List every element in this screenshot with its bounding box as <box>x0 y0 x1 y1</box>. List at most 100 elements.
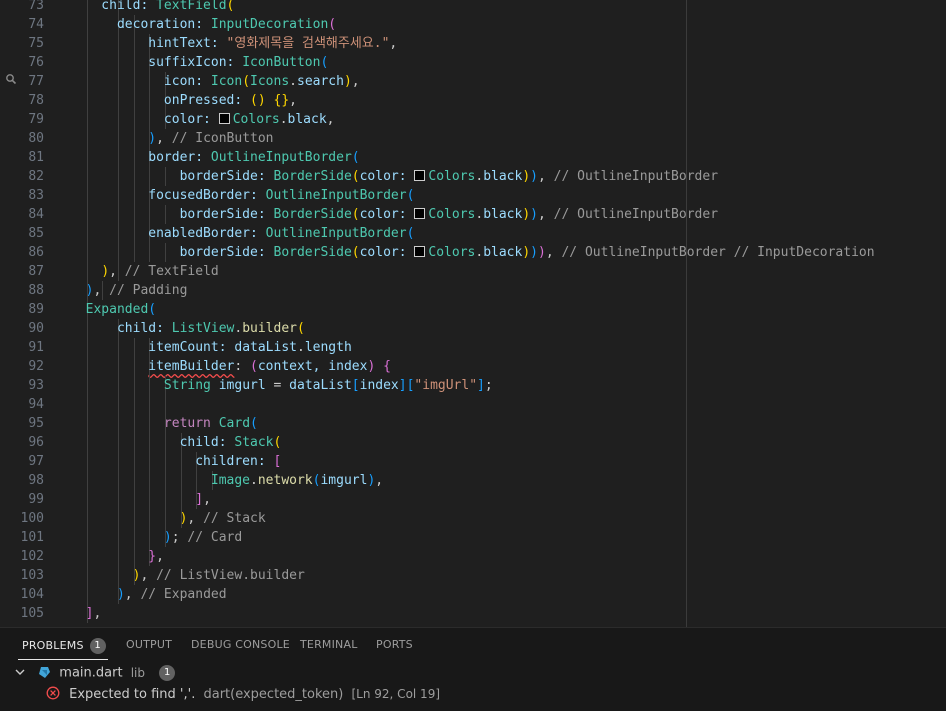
code-line[interactable]: 101 ); // Card <box>0 528 946 547</box>
code-line[interactable]: 77 icon: Icon(Icons.search), <box>0 72 946 91</box>
code-line[interactable]: 83 focusedBorder: OutlineInputBorder( <box>0 186 946 205</box>
code-token: . <box>250 473 258 488</box>
code-line[interactable]: 102 }, <box>0 547 946 566</box>
tab-output[interactable]: OUTPUT <box>126 638 172 651</box>
line-number: 94 <box>28 397 44 412</box>
code-token: onPressed: <box>70 93 251 108</box>
code-line[interactable]: 78 onPressed: () {}, <box>0 91 946 110</box>
code-text: itemCount: dataList.length <box>70 338 352 357</box>
code-token: } <box>148 549 157 564</box>
line-number: 88 <box>28 283 44 298</box>
code-token: dataList <box>234 340 297 355</box>
line-number: 89 <box>28 302 44 317</box>
problem-item[interactable]: Expected to find ','. dart(expected_toke… <box>46 686 440 708</box>
code-line[interactable]: 79 color: Colors.black, <box>0 110 946 129</box>
active-tab-indicator <box>18 659 108 660</box>
code-line[interactable]: 80 ), // IconButton <box>0 129 946 148</box>
code-editor[interactable]: 73 child: TextField(74 decoration: Input… <box>0 0 946 627</box>
code-token: ListView <box>171 321 235 336</box>
code-line[interactable]: 95 return Card( <box>0 414 946 433</box>
code-token: Image <box>70 473 251 488</box>
code-token: ) <box>101 264 110 279</box>
code-token: imgurl <box>320 473 368 488</box>
code-line[interactable]: 96 child: Stack( <box>0 433 946 452</box>
tab-terminal[interactable]: TERMINAL <box>300 638 358 651</box>
code-line[interactable]: 104 ), // Expanded <box>0 585 946 604</box>
code-token: , <box>375 473 384 488</box>
code-token: builder <box>242 321 297 336</box>
code-line[interactable]: 98 Image.network(imgurl), <box>0 471 946 490</box>
code-line[interactable]: 81 border: OutlineInputBorder( <box>0 148 946 167</box>
error-token: itemBuilder <box>148 359 235 374</box>
problem-file-row[interactable]: main.dart lib 1 <box>14 665 176 687</box>
color-swatch-icon[interactable] <box>414 208 426 219</box>
code-token: [ <box>273 454 282 469</box>
tab-debug-console[interactable]: DEBUG CONSOLE <box>191 638 290 651</box>
tab-problems[interactable]: PROBLEMS 1 <box>22 638 106 654</box>
tab-ports[interactable]: PORTS <box>376 638 413 651</box>
line-number: 103 <box>20 568 44 583</box>
code-text: ), // IconButton <box>70 129 274 148</box>
code-line[interactable]: 76 suffixIcon: IconButton( <box>0 53 946 72</box>
code-line[interactable]: 88 ), // Padding <box>0 281 946 300</box>
code-line[interactable]: 100 ), // Stack <box>0 509 946 528</box>
line-number: 84 <box>28 207 44 222</box>
code-token: , <box>289 93 297 108</box>
code-line[interactable]: 92 itemBuilder: (context, index) { <box>0 357 946 376</box>
line-number: 87 <box>28 264 44 279</box>
code-token: . <box>289 74 297 89</box>
code-token: ( <box>351 150 360 165</box>
code-token: Icons <box>250 74 290 89</box>
code-line[interactable]: 97 children: [ <box>0 452 946 471</box>
color-swatch-icon[interactable] <box>414 170 426 181</box>
dart-icon <box>39 666 51 678</box>
code-token: ) <box>163 530 172 545</box>
code-line[interactable]: 73 child: TextField( <box>0 0 946 15</box>
code-text: Image.network(imgurl), <box>70 471 383 490</box>
code-token: ] <box>398 378 407 393</box>
tab-problems-label: PROBLEMS <box>22 639 84 652</box>
color-swatch-icon[interactable] <box>414 246 426 257</box>
line-number: 100 <box>20 511 44 526</box>
code-token: OutlineInputBorder <box>265 226 407 241</box>
code-line[interactable]: 93 String imgurl = dataList[index]["imgU… <box>0 376 946 395</box>
line-number: 81 <box>28 150 44 165</box>
code-token: ) <box>116 587 125 602</box>
color-swatch-icon[interactable] <box>218 113 230 124</box>
code-line[interactable]: 84 borderSide: BorderSide(color: Colors.… <box>0 205 946 224</box>
code-line[interactable]: 103 ), // ListView.builder <box>0 566 946 585</box>
code-token: ) <box>530 245 538 260</box>
code-token: index <box>359 378 399 393</box>
code-token: OutlineInputBorder <box>265 188 407 203</box>
code-token: // IconButton <box>171 131 274 146</box>
code-line[interactable]: 87 ), // TextField <box>0 262 946 281</box>
code-line[interactable]: 91 itemCount: dataList.length <box>0 338 946 357</box>
code-line[interactable]: 99 ], <box>0 490 946 509</box>
code-token: border: <box>70 150 211 165</box>
code-token: ] <box>195 492 204 507</box>
code-token: ( <box>351 207 360 222</box>
code-line[interactable]: 82 borderSide: BorderSide(color: Colors.… <box>0 167 946 186</box>
code-line[interactable]: 75 hintText: "영화제목을 검색해주세요.", <box>0 34 946 53</box>
code-text: ], <box>70 604 102 623</box>
code-line[interactable]: 85 enabledBorder: OutlineInputBorder( <box>0 224 946 243</box>
line-number: 91 <box>28 340 44 355</box>
code-token: , <box>538 169 554 184</box>
code-text: children: [ <box>70 452 281 471</box>
line-number: 82 <box>28 169 44 184</box>
code-line[interactable]: 90 child: ListView.builder( <box>0 319 946 338</box>
code-line[interactable]: 105 ], <box>0 604 946 623</box>
code-line[interactable]: 74 decoration: InputDecoration( <box>0 15 946 34</box>
code-token: black <box>483 169 523 184</box>
code-line[interactable]: 86 borderSide: BorderSide(color: Colors.… <box>0 243 946 262</box>
line-number: 76 <box>28 55 44 70</box>
code-token: // ListView.builder <box>156 568 305 583</box>
code-line[interactable]: 94 <box>0 395 946 414</box>
code-token: () <box>250 93 266 108</box>
code-line[interactable]: 89 Expanded( <box>0 300 946 319</box>
code-token: icon: <box>70 74 211 89</box>
